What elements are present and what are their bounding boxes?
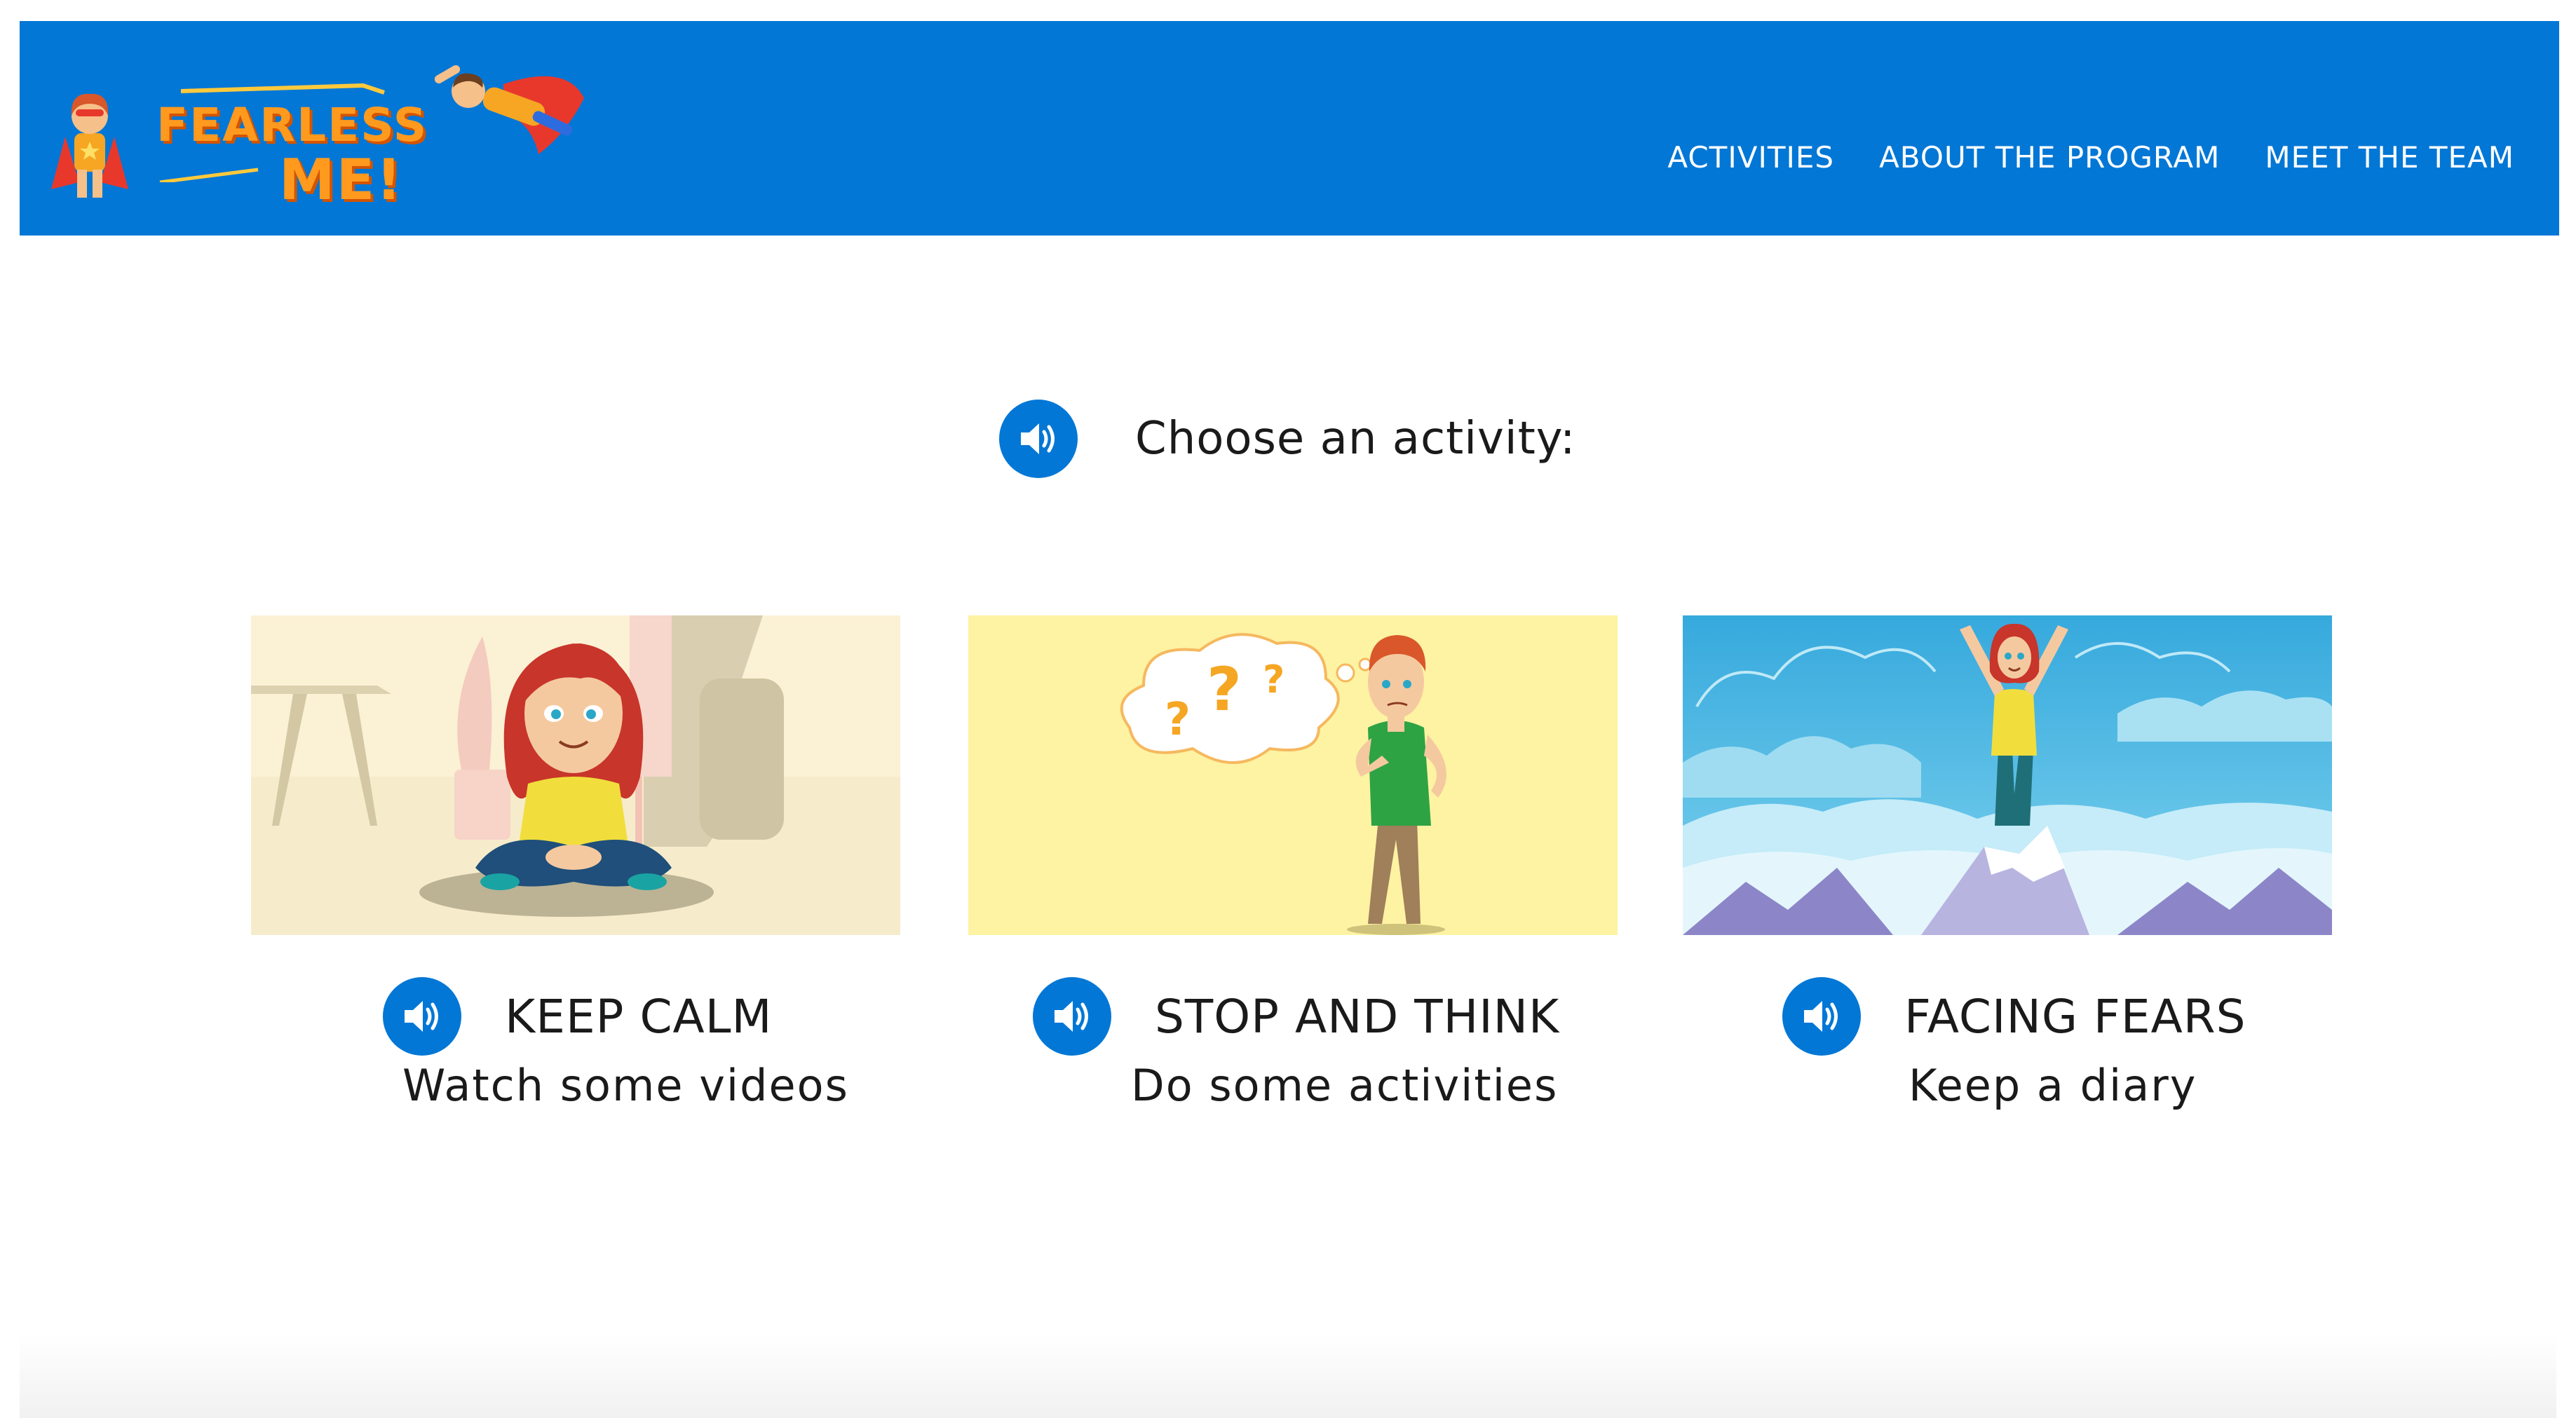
keep-calm-subtitle: Watch some videos: [402, 1060, 849, 1111]
logo-text-fearless: FEARLESS: [156, 98, 428, 152]
page: FEARLESS ME! ACTIVITIES ABOUT THE PROGRA…: [0, 0, 2576, 1418]
facing-fears-title[interactable]: FACING FEARS: [1904, 990, 2246, 1044]
keep-calm-title[interactable]: KEEP CALM: [505, 990, 772, 1044]
keep-calm-speaker-button[interactable]: [383, 977, 461, 1056]
svg-text:?: ?: [1165, 694, 1191, 746]
activity-card-facing-fears: FACING FEARS Keep a diary: [1683, 615, 2332, 1111]
speaker-icon: [1021, 423, 1055, 454]
stop-and-think-subtitle: Do some activities: [1131, 1060, 1559, 1111]
girl-on-mountain-illustration: [1683, 615, 2332, 935]
stop-and-think-title[interactable]: STOP AND THINK: [1155, 990, 1559, 1044]
heading-speaker-icon[interactable]: [999, 400, 1078, 478]
logo-girl-hero-icon: [51, 93, 128, 198]
facing-fears-image[interactable]: [1683, 615, 2332, 935]
page-title: Choose an activity:: [1135, 413, 1576, 465]
logo-text-me: ME!: [279, 147, 403, 212]
main-nav: ACTIVITIES ABOUT THE PROGRAM MEET THE TE…: [1667, 140, 2514, 175]
fearless-me-logo[interactable]: FEARLESS ME!: [48, 56, 584, 217]
logo-flying-boy-icon: [434, 65, 584, 154]
activity-card-keep-calm: KEEP CALM Watch some videos: [251, 615, 900, 1111]
svg-text:?: ?: [1263, 657, 1284, 702]
page-bottom-fade: [20, 1334, 2556, 1418]
speaker-icon: [1804, 1001, 1838, 1032]
nav-about-program-link[interactable]: ABOUT THE PROGRAM: [1879, 140, 2220, 175]
facing-fears-title-row: FACING FEARS: [1782, 977, 2246, 1056]
nav-meet-team-link[interactable]: MEET THE TEAM: [2265, 140, 2514, 175]
stop-and-think-title-row: STOP AND THINK: [1033, 977, 1559, 1056]
stop-and-think-speaker-button[interactable]: [1033, 977, 1111, 1056]
meditating-girl-illustration: [251, 615, 900, 935]
svg-text:?: ?: [1207, 655, 1242, 725]
speaker-icon: [1055, 1001, 1088, 1032]
keep-calm-image[interactable]: [251, 615, 900, 935]
thinking-boy-illustration: ? ? ?: [968, 615, 1618, 935]
stop-and-think-image[interactable]: ? ? ?: [968, 615, 1618, 935]
nav-activities-link[interactable]: ACTIVITIES: [1667, 140, 1834, 175]
speaker-icon: [405, 1001, 438, 1032]
keep-calm-title-row: KEEP CALM: [383, 977, 772, 1056]
activity-card-stop-and-think: ? ? ? STOP AND THINK Do some activities: [968, 615, 1618, 1111]
facing-fears-speaker-button[interactable]: [1782, 977, 1861, 1056]
facing-fears-subtitle: Keep a diary: [1909, 1060, 2197, 1111]
choose-activity-heading-row: Choose an activity:: [999, 400, 1576, 478]
header-bar: FEARLESS ME! ACTIVITIES ABOUT THE PROGRA…: [20, 21, 2559, 236]
